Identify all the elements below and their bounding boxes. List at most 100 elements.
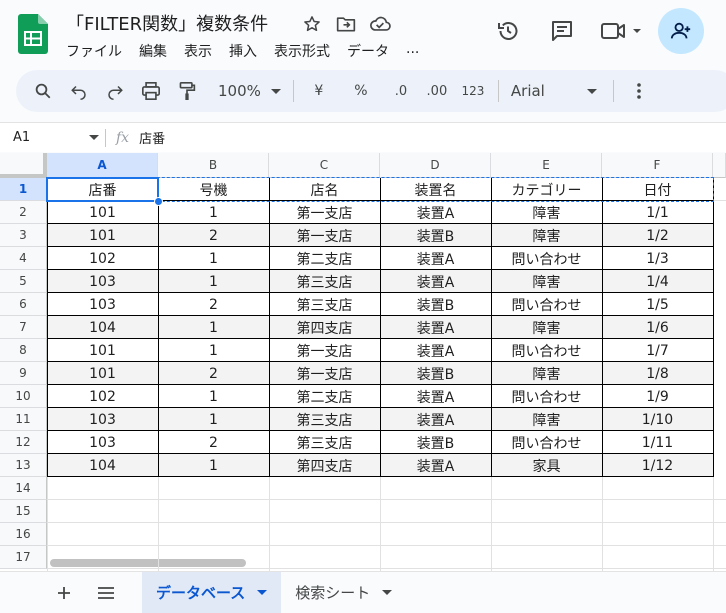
move-folder-icon[interactable] xyxy=(334,12,358,36)
comment-icon[interactable] xyxy=(542,11,582,51)
cell[interactable]: 101 xyxy=(47,339,158,362)
cell[interactable]: 1/4 xyxy=(602,270,713,293)
cell[interactable]: 103 xyxy=(47,431,158,454)
cell[interactable]: 103 xyxy=(47,408,158,431)
increase-decimal-button[interactable]: .00 xyxy=(424,76,450,106)
cell[interactable]: 101 xyxy=(47,224,158,247)
paint-format-icon[interactable] xyxy=(174,76,200,106)
share-button[interactable] xyxy=(658,8,704,54)
cell[interactable]: 101 xyxy=(47,362,158,385)
cell[interactable]: 103 xyxy=(47,293,158,316)
cell[interactable]: 装置B xyxy=(380,362,491,385)
cell[interactable]: 装置A xyxy=(380,316,491,339)
cell[interactable]: 障害 xyxy=(491,201,602,224)
cell[interactable]: 問い合わせ xyxy=(491,247,602,270)
cell[interactable]: 装置B xyxy=(380,224,491,247)
row-header[interactable]: 15 xyxy=(0,500,47,523)
cell[interactable]: 1/12 xyxy=(602,454,713,477)
sheets-logo-icon[interactable] xyxy=(18,14,48,54)
menu-insert[interactable]: 挿入 xyxy=(229,41,257,61)
column-header-f[interactable]: F xyxy=(602,153,713,178)
cell[interactable]: 装置A xyxy=(380,247,491,270)
cell[interactable]: 1/9 xyxy=(602,385,713,408)
name-box[interactable]: A1 xyxy=(0,130,105,145)
more-vert-icon[interactable] xyxy=(626,76,652,106)
column-header-a[interactable]: A xyxy=(47,153,158,178)
cloud-status-icon[interactable] xyxy=(368,12,392,36)
cell[interactable]: 第三支店 xyxy=(269,408,380,431)
version-history-icon[interactable] xyxy=(488,11,528,51)
column-header-d[interactable]: D xyxy=(380,153,491,178)
cell[interactable]: 103 xyxy=(47,270,158,293)
cell[interactable]: 102 xyxy=(47,385,158,408)
cell[interactable]: 1 xyxy=(158,201,269,224)
redo-icon[interactable] xyxy=(102,76,128,106)
menu-data[interactable]: データ xyxy=(347,41,389,61)
cell[interactable]: 障害 xyxy=(491,362,602,385)
cell[interactable]: 1/8 xyxy=(602,362,713,385)
row-header[interactable]: 16 xyxy=(0,523,47,546)
cell[interactable]: 装置B xyxy=(380,293,491,316)
row-header[interactable]: 9 xyxy=(0,362,47,385)
star-icon[interactable] xyxy=(300,12,324,36)
cell[interactable]: 1 xyxy=(158,385,269,408)
cell[interactable]: 第一支店 xyxy=(269,224,380,247)
cell[interactable]: 2 xyxy=(158,293,269,316)
document-title[interactable]: 「FILTER関数」複数条件 xyxy=(66,10,268,36)
cell[interactable]: 1/10 xyxy=(602,408,713,431)
row-header[interactable]: 11 xyxy=(0,408,47,431)
cell[interactable]: 1/6 xyxy=(602,316,713,339)
column-header-next[interactable] xyxy=(713,153,726,178)
cell[interactable]: 装置A xyxy=(380,454,491,477)
cell[interactable]: 家具 xyxy=(491,454,602,477)
cell[interactable]: 1/2 xyxy=(602,224,713,247)
cell[interactable]: 101 xyxy=(47,201,158,224)
column-header-e[interactable]: E xyxy=(491,153,602,178)
menu-more[interactable]: ... xyxy=(406,41,419,61)
cell[interactable]: 1/11 xyxy=(602,431,713,454)
cell[interactable]: 1/7 xyxy=(602,339,713,362)
add-sheet-icon[interactable] xyxy=(44,573,84,613)
cell[interactable]: 104 xyxy=(47,316,158,339)
search-icon[interactable] xyxy=(30,76,56,106)
row-header[interactable]: 8 xyxy=(0,339,47,362)
row-header[interactable]: 13 xyxy=(0,454,47,477)
cell[interactable]: 第一支店 xyxy=(269,362,380,385)
all-sheets-icon[interactable] xyxy=(86,573,126,613)
sheet-tab-search[interactable]: 検索シート xyxy=(281,572,406,613)
cell[interactable]: 1/3 xyxy=(602,247,713,270)
column-header-c[interactable]: C xyxy=(269,153,380,178)
cell[interactable]: 障害 xyxy=(491,270,602,293)
meet-video-icon[interactable] xyxy=(596,11,648,51)
cell[interactable]: 問い合わせ xyxy=(491,339,602,362)
cell[interactable]: 1/1 xyxy=(602,201,713,224)
cell[interactable]: 障害 xyxy=(491,316,602,339)
format-currency-button[interactable]: ¥ xyxy=(306,76,332,106)
row-header[interactable]: 3 xyxy=(0,224,47,247)
cell[interactable]: 問い合わせ xyxy=(491,293,602,316)
cell[interactable]: 第三支店 xyxy=(269,270,380,293)
menu-edit[interactable]: 編集 xyxy=(139,41,167,61)
select-all-corner[interactable] xyxy=(0,153,47,178)
row-header[interactable]: 14 xyxy=(0,477,47,500)
cell[interactable]: 装置A xyxy=(380,339,491,362)
format-percent-button[interactable]: % xyxy=(348,76,374,106)
cell[interactable]: 102 xyxy=(47,247,158,270)
cell[interactable]: 2 xyxy=(158,224,269,247)
cell[interactable]: 第三支店 xyxy=(269,293,380,316)
row-header[interactable]: 12 xyxy=(0,431,47,454)
chevron-down-icon[interactable] xyxy=(257,590,268,595)
menu-file[interactable]: ファイル xyxy=(66,41,122,61)
cell[interactable]: 装置A xyxy=(380,270,491,293)
row-header[interactable]: 5 xyxy=(0,270,47,293)
font-select[interactable]: Arial xyxy=(511,76,597,106)
cell[interactable]: 1 xyxy=(158,247,269,270)
cell[interactable]: 1 xyxy=(158,270,269,293)
cell[interactable]: 1 xyxy=(158,316,269,339)
cell[interactable]: 1/5 xyxy=(602,293,713,316)
cell[interactable]: 装置A xyxy=(380,385,491,408)
number-format-button[interactable]: 123 xyxy=(460,76,486,106)
cell[interactable]: 1 xyxy=(158,454,269,477)
sheet-tab-database[interactable]: データベース xyxy=(142,571,282,613)
cell[interactable]: 第一支店 xyxy=(269,339,380,362)
